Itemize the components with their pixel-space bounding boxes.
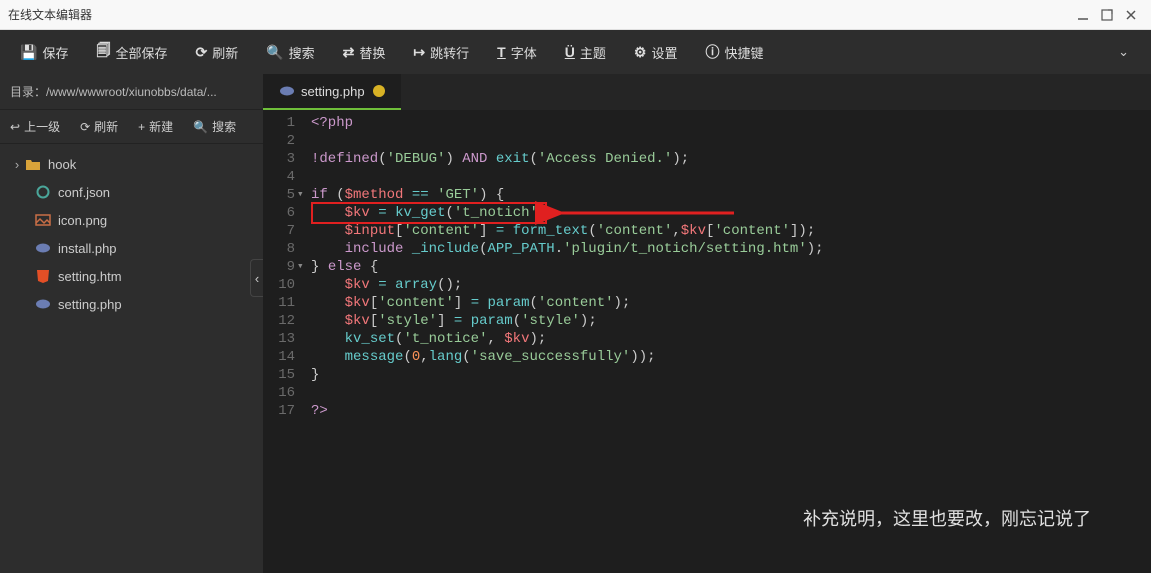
tree-file-install[interactable]: install.php <box>0 234 263 262</box>
gear-icon: ⚙ <box>634 44 647 61</box>
minimize-button[interactable] <box>1071 3 1095 27</box>
save-all-button[interactable]: 🗐全部保存 <box>82 30 181 74</box>
font-icon: T <box>497 44 506 60</box>
window-titlebar: 在线文本编辑器 <box>0 0 1151 30</box>
new-file-button[interactable]: +新建 <box>128 110 183 144</box>
chevron-down-icon: ⌄ <box>1118 44 1129 60</box>
up-arrow-icon: ↩ <box>10 120 20 134</box>
search-button[interactable]: 🔍搜索 <box>252 30 328 74</box>
sidebar-actions: ↩上一级 ⟳刷新 +新建 🔍搜索 <box>0 110 263 144</box>
info-icon: ⓘ <box>705 42 719 62</box>
replace-button[interactable]: ⇄替换 <box>329 30 400 74</box>
toolbar-more[interactable]: ⌄ <box>1102 30 1145 74</box>
breadcrumb[interactable]: 目录：/www/wwwroot/xiunobbs/data/... <box>0 74 263 110</box>
font-button[interactable]: T字体 <box>483 30 551 74</box>
refresh-icon: ⟳ <box>195 44 207 61</box>
php-icon <box>279 84 295 98</box>
main-toolbar: 💾保存 🗐全部保存 ⟳刷新 🔍搜索 ⇄替换 ↦跳转行 T字体 Ü主题 ⚙设置 ⓘ… <box>0 30 1151 74</box>
goto-button[interactable]: ↦跳转行 <box>399 30 483 74</box>
tree-folder-hook[interactable]: › hook <box>0 150 263 178</box>
theme-icon: Ü <box>565 44 575 60</box>
line-gutter: 1234567891011121314151617 <box>263 110 305 573</box>
tree-file-conf[interactable]: conf.json <box>0 178 263 206</box>
up-level-button[interactable]: ↩上一级 <box>0 110 70 144</box>
theme-button[interactable]: Ü主题 <box>551 30 620 74</box>
window-title: 在线文本编辑器 <box>8 6 1071 23</box>
maximize-button[interactable] <box>1095 3 1119 27</box>
file-sidebar: 目录：/www/wwwroot/xiunobbs/data/... ↩上一级 ⟳… <box>0 74 263 573</box>
code-area[interactable]: 1234567891011121314151617 <?php!defined(… <box>263 110 1151 573</box>
code-lines[interactable]: <?php!defined('DEBUG') AND exit('Access … <box>305 110 1151 573</box>
tab-setting-php[interactable]: setting.php <box>263 74 401 110</box>
sidebar-refresh-button[interactable]: ⟳刷新 <box>70 110 128 144</box>
search-icon: 🔍 <box>193 120 208 134</box>
settings-button[interactable]: ⚙设置 <box>620 30 692 74</box>
save-all-icon: 🗐 <box>96 40 110 64</box>
php-icon <box>34 241 52 255</box>
json-icon <box>34 185 52 199</box>
tree-file-setting-htm[interactable]: setting.htm <box>0 262 263 290</box>
sidebar-collapse-handle[interactable]: ‹ <box>250 259 263 297</box>
plus-icon: + <box>138 120 145 134</box>
editor-pane: ‹ setting.php 1234567891011121314151617 … <box>263 74 1151 573</box>
php-icon <box>34 297 52 311</box>
goto-icon: ↦ <box>413 44 425 61</box>
close-button[interactable] <box>1119 3 1143 27</box>
chevron-right-icon: › <box>10 157 24 172</box>
tree-file-icon[interactable]: icon.png <box>0 206 263 234</box>
unsaved-indicator-icon <box>373 85 385 97</box>
tree-file-setting-php[interactable]: setting.php <box>0 290 263 318</box>
shortcuts-button[interactable]: ⓘ快捷键 <box>691 30 777 74</box>
editor-tabs: setting.php <box>263 74 1151 110</box>
replace-icon: ⇄ <box>343 44 355 61</box>
image-icon <box>34 213 52 227</box>
refresh-icon: ⟳ <box>80 120 90 134</box>
save-button[interactable]: 💾保存 <box>6 30 82 74</box>
html5-icon <box>34 269 52 283</box>
folder-icon <box>24 157 42 171</box>
annotation-text: 补充说明，这里也要改，刚忘记说了 <box>803 505 1091 533</box>
search-icon: 🔍 <box>266 44 283 61</box>
refresh-button[interactable]: ⟳刷新 <box>181 30 252 74</box>
sidebar-search-button[interactable]: 🔍搜索 <box>183 110 246 144</box>
save-icon: 💾 <box>20 44 37 61</box>
file-tree: › hook conf.json icon.png install.php se… <box>0 144 263 324</box>
